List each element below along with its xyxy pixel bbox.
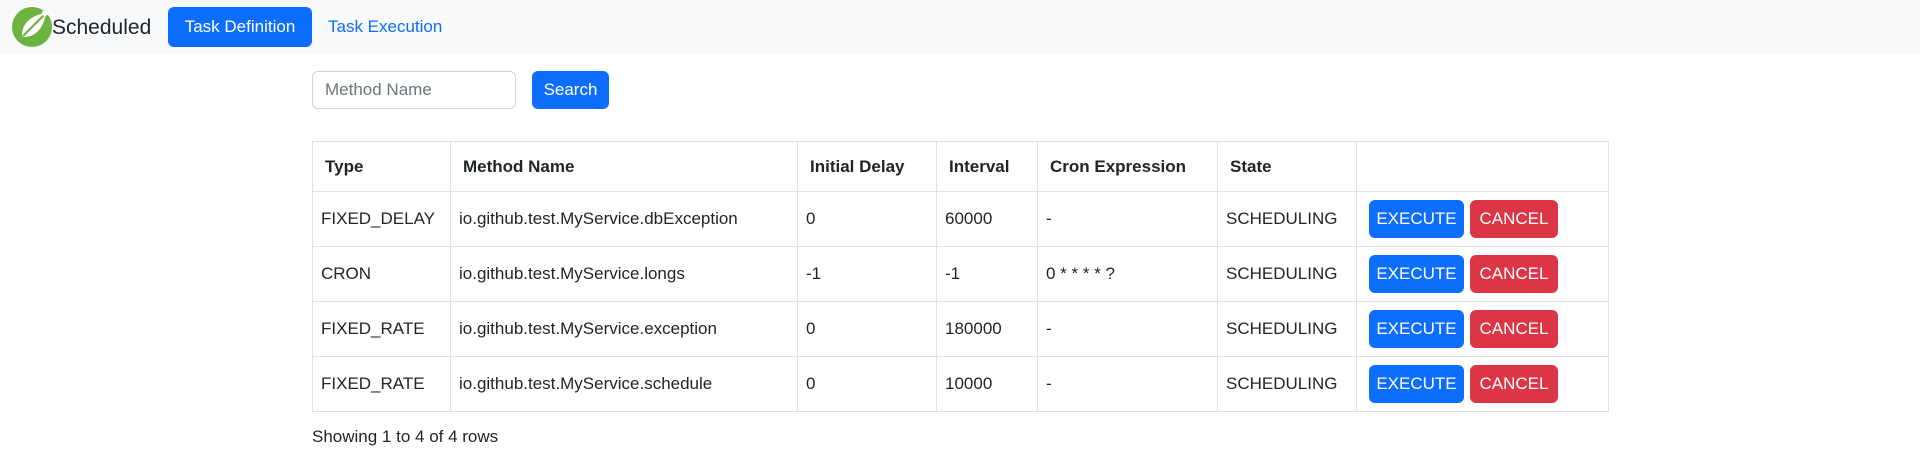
cell-type: CRON [312, 246, 451, 302]
column-header-type[interactable]: Type [312, 141, 451, 192]
cell-method-name: io.github.test.MyService.longs [450, 246, 798, 302]
tab-task-definition[interactable]: Task Definition [168, 7, 312, 47]
cell-actions: EXECUTE CANCEL [1356, 356, 1609, 412]
column-header-method-name[interactable]: Method Name [450, 141, 798, 192]
cell-actions: EXECUTE CANCEL [1356, 301, 1609, 357]
column-header-state[interactable]: State [1217, 141, 1357, 192]
execute-button[interactable]: EXECUTE [1369, 310, 1464, 348]
cell-state: SCHEDULING [1217, 246, 1357, 302]
cell-cron-expression: - [1037, 356, 1218, 412]
brand[interactable]: Scheduled [10, 5, 151, 49]
table-header-row: Type Method Name Initial Delay Interval … [312, 141, 1609, 192]
cancel-button[interactable]: CANCEL [1470, 255, 1558, 293]
cell-interval: 180000 [936, 301, 1038, 357]
cell-method-name: io.github.test.MyService.exception [450, 301, 798, 357]
cell-method-name: io.github.test.MyService.schedule [450, 356, 798, 412]
cell-cron-expression: - [1037, 301, 1218, 357]
cell-actions: EXECUTE CANCEL [1356, 246, 1609, 302]
cell-initial-delay: 0 [797, 191, 937, 247]
cancel-button[interactable]: CANCEL [1470, 365, 1558, 403]
execute-button[interactable]: EXECUTE [1369, 200, 1464, 238]
cell-actions: EXECUTE CANCEL [1356, 191, 1609, 247]
tab-task-execution[interactable]: Task Execution [312, 7, 458, 47]
column-header-initial-delay[interactable]: Initial Delay [797, 141, 937, 192]
pagination-summary: Showing 1 to 4 of 4 rows [312, 427, 499, 446]
table-row: FIXED_RATE io.github.test.MyService.sche… [312, 356, 1609, 412]
cell-type: FIXED_RATE [312, 356, 451, 412]
cell-interval: 60000 [936, 191, 1038, 247]
cell-initial-delay: 0 [797, 356, 937, 412]
cell-cron-expression: 0 * * * * ? [1037, 246, 1218, 302]
column-header-interval[interactable]: Interval [936, 141, 1038, 192]
cell-cron-expression: - [1037, 191, 1218, 247]
cell-state: SCHEDULING [1217, 301, 1357, 357]
search-button[interactable]: Search [532, 71, 609, 109]
cell-interval: -1 [936, 246, 1038, 302]
method-name-search-input[interactable] [312, 71, 516, 109]
column-header-actions [1356, 141, 1609, 192]
table-row: FIXED_DELAY io.github.test.MyService.dbE… [312, 191, 1609, 247]
cell-method-name: io.github.test.MyService.dbException [450, 191, 798, 247]
cell-state: SCHEDULING [1217, 191, 1357, 247]
execute-button[interactable]: EXECUTE [1369, 255, 1464, 293]
cell-initial-delay: 0 [797, 301, 937, 357]
cancel-button[interactable]: CANCEL [1470, 200, 1558, 238]
spring-leaf-icon [12, 7, 52, 47]
cell-type: FIXED_RATE [312, 301, 451, 357]
column-header-cron-expression[interactable]: Cron Expression [1037, 141, 1218, 192]
task-definition-table: Type Method Name Initial Delay Interval … [312, 141, 1609, 412]
table-row: CRON io.github.test.MyService.longs -1 -… [312, 246, 1609, 302]
cell-initial-delay: -1 [797, 246, 937, 302]
cancel-button[interactable]: CANCEL [1470, 310, 1558, 348]
navbar: Scheduled Task Definition Task Execution [0, 0, 1920, 54]
cell-type: FIXED_DELAY [312, 191, 451, 247]
cell-state: SCHEDULING [1217, 356, 1357, 412]
table-row: FIXED_RATE io.github.test.MyService.exce… [312, 301, 1609, 357]
brand-title: Scheduled [52, 15, 152, 39]
cell-interval: 10000 [936, 356, 1038, 412]
execute-button[interactable]: EXECUTE [1369, 365, 1464, 403]
